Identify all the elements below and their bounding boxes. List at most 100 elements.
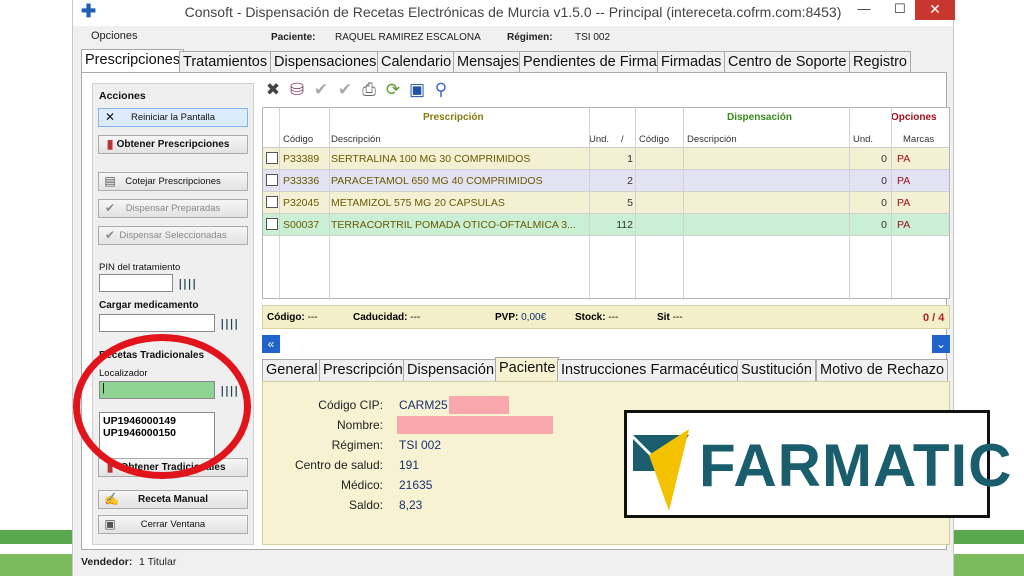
row-checkbox[interactable] [266,152,278,164]
tab-prescripcion[interactable]: Prescripción [319,359,407,381]
maximize-button[interactable]: ☐ [883,0,917,20]
logo-mark-icon [633,429,689,511]
tab-mensajes[interactable]: Mensajes [453,51,524,72]
row-checkbox[interactable] [266,196,278,208]
product-status-bar: Código: --- Caducidad: --- PVP: 0,00€ St… [262,305,950,329]
cerrar-label: Cerrar Ventana [140,519,206,530]
status-sit: Sit --- [657,312,683,323]
cell-marca: PA [897,219,911,231]
row-checkbox[interactable] [266,174,278,186]
recetas-tradicionales-heading: Recetas Tradicionales [99,350,205,361]
cell-codigo: P33389 [283,153,320,165]
database-icon[interactable]: ⛁ [286,79,308,101]
list-item[interactable]: UP1946000149 [103,415,211,427]
status-codigo: Código: --- [267,312,318,323]
status-sit-value: --- [672,312,683,323]
col-sort[interactable]: / [621,134,624,145]
col-disp-und[interactable]: Und. [853,134,873,145]
tab-centro-soporte[interactable]: Centro de Soporte [724,51,851,72]
tab-dispensacion[interactable]: Dispensación [403,359,499,381]
menu-opciones[interactable]: Opciones [91,30,137,42]
cerrar-ventana-button[interactable]: ▣ Cerrar Ventana [98,515,248,534]
grid-header: Prescripción Dispensación Opciones Códig… [263,108,949,148]
cotejar-button[interactable]: ▤ Cotejar Prescripciones [98,172,248,191]
cell-descripcion: PARACETAMOL 650 MG 40 COMPRIMIDOS [331,175,543,187]
col-und[interactable]: Und. [589,134,609,145]
table-row[interactable]: P33336 PARACETAMOL 650 MG 40 COMPRIMIDOS 2… [263,170,949,192]
nombre-label: Nombre: [336,418,383,432]
window-title: Consoft - Dispensación de Recetas Electr… [184,4,842,20]
arrow-down-icon[interactable]: ⌄ [932,335,950,353]
status-stock-value: --- [608,312,619,323]
localizador-label: Localizador [99,368,148,379]
tab-dispensaciones[interactable]: Dispensaciones [270,51,381,72]
col-descripcion[interactable]: Descripción [331,134,381,145]
col-disp-codigo[interactable]: Código [639,134,669,145]
tab-prescripciones[interactable]: Prescripciones [81,49,185,72]
barcode-icon[interactable]: |||| [177,277,198,291]
col-disp-descripcion[interactable]: Descripción [687,134,737,145]
save-icon[interactable]: ▣ [406,79,428,101]
saldo-value: 8,23 [399,498,423,512]
row-checkbox[interactable] [266,218,278,230]
print-icon[interactable]: ⎙ [358,79,380,101]
cell-disp-und: 0 [881,153,887,165]
table-row[interactable]: S00037 TERRACORTRIL POMADA OTICO-OFTALMIC… [263,214,949,236]
arrow-left-icon[interactable]: « [262,335,280,353]
cell-codigo: P33336 [283,175,320,187]
dispensar-preparadas-button[interactable]: ✔ Dispensar Preparadas [98,199,248,218]
dispensar-seleccionadas-button[interactable]: ✔ Dispensar Seleccionadas [98,226,248,245]
refresh-icon[interactable]: ⟳ [382,79,404,101]
check-icon: ✔ [104,201,116,215]
search-icon[interactable]: ⚲ [430,79,452,101]
cell-und: 2 [627,175,633,187]
receta-manual-button[interactable]: ✍ Receta Manual [98,490,248,509]
menu-bar: Opciones Paciente: RAQUEL RAMIREZ ESCALO… [73,26,953,48]
check-icon[interactable]: ✔ [310,79,332,101]
tab-tratamientos[interactable]: Tratamientos [179,51,272,72]
tab-firmadas[interactable]: Firmadas [657,51,726,72]
cell-disp-und: 0 [881,175,887,187]
cell-descripcion: TERRACORTRIL POMADA OTICO-OFTALMICA 3... [331,219,576,231]
cell-marca: PA [897,175,911,187]
grid-divider [329,108,330,300]
tab-motivo-rechazo[interactable]: Motivo de Rechazo [816,359,949,381]
tab-calendario[interactable]: Calendario [377,51,456,72]
col-codigo[interactable]: Código [283,134,313,145]
barcode-icon[interactable]: |||| [219,317,240,331]
cargar-input[interactable] [99,314,215,332]
pin-input[interactable] [99,274,173,292]
tab-registro[interactable]: Registro [849,51,911,72]
reiniciar-button[interactable]: ✕ Reiniciar la Pantalla [98,108,248,127]
detail-tabs: General Prescripción Dispensación Pacien… [262,357,950,381]
obtener-trad-label: Obtener Tradicionales [120,462,226,473]
tab-pendientes-firma[interactable]: Pendientes de Firma [519,51,661,72]
list-item[interactable]: UP1946000150 [103,427,211,439]
table-row[interactable]: P32045 METAMIZOL 575 MG 20 CAPSULAS 5 0 PA [263,192,949,214]
tab-paciente[interactable]: Paciente [495,357,560,381]
tab-instrucciones[interactable]: Instrucciones Farmacéutico [557,359,743,381]
group-opciones: Opciones [891,112,937,123]
check-icon[interactable]: ✔ [334,79,356,101]
col-marcas[interactable]: Marcas [903,134,934,145]
delete-icon[interactable]: ✖ [262,79,284,101]
close-button[interactable]: ✕ [915,0,955,20]
acciones-heading: Acciones [99,90,146,102]
recetas-list[interactable]: UP1946000149 UP1946000150 [99,412,215,460]
obtener-prescripciones-button[interactable]: ▮ Obtener Prescripciones [98,135,248,154]
status-caducidad: Caducidad: --- [353,312,420,323]
status-caducidad-label: Caducidad: [353,312,408,323]
close-x-icon: ✕ [104,110,116,124]
farmatic-logo: FARMATIC [624,410,1012,518]
vendedor-label: Vendedor: [81,556,133,568]
minimize-button[interactable]: — [847,0,881,20]
barcode-icon[interactable]: |||| [219,384,240,398]
regimen-label: Régimen: [331,438,383,452]
localizador-input[interactable]: | [99,381,215,399]
table-row[interactable]: P33389 SERTRALINA 100 MG 30 COMPRIMIDOS 1 0… [263,148,949,170]
obtener-tradicionales-button[interactable]: ▮ Obtener Tradicionales [98,458,248,477]
tab-sustitucion[interactable]: Sustitución [737,359,816,381]
double-check-icon: ✔ [104,228,116,242]
tab-general[interactable]: General [262,359,322,381]
status-pvp-label: PVP: [495,312,519,323]
